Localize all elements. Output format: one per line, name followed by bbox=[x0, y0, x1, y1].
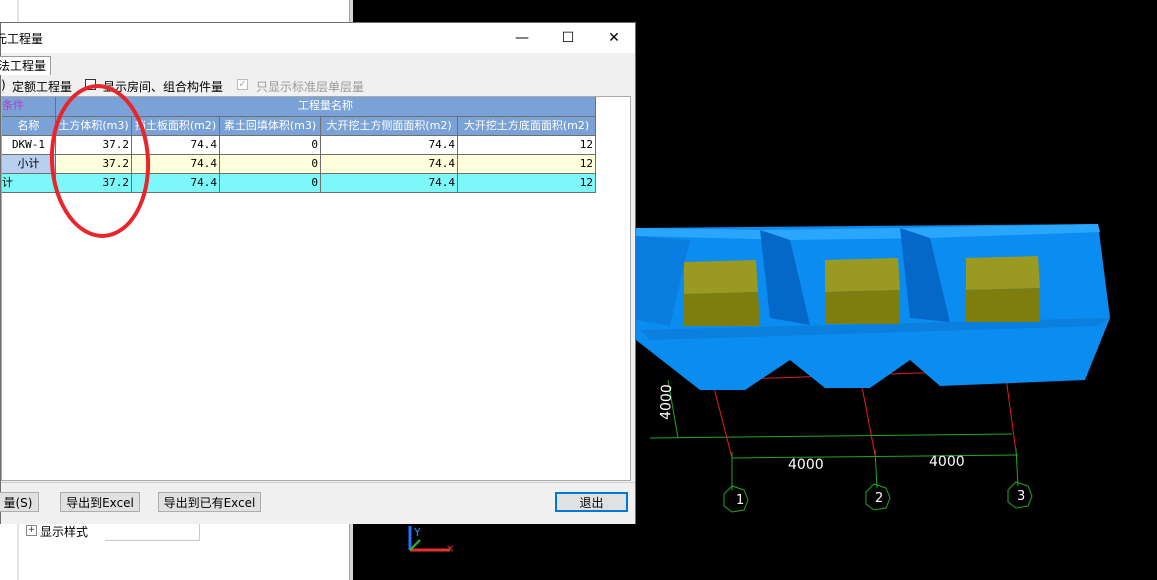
tree-item-label: 显示样式 bbox=[40, 525, 89, 539]
table-cell[interactable]: 0 bbox=[220, 174, 321, 193]
tree-item-value-cell[interactable] bbox=[105, 522, 200, 541]
table-row-name[interactable]: DKW-1 bbox=[2, 136, 56, 155]
dimension-left: 4000 bbox=[788, 457, 824, 473]
table-row-name[interactable]: 计 bbox=[2, 174, 56, 193]
select-quantity-button[interactable]: 量(S) bbox=[0, 492, 39, 512]
tab-strip: 法工程量 bbox=[0, 53, 635, 76]
table-cell[interactable]: 12 bbox=[458, 155, 596, 174]
dimension-vertical: 4000 bbox=[658, 384, 675, 420]
tab-method-quantity[interactable]: 法工程量 bbox=[0, 56, 52, 75]
axis-bubble-3: 3 bbox=[1007, 481, 1033, 509]
dialog-title: 元工程量 bbox=[0, 32, 44, 46]
close-button[interactable]: ✕ bbox=[591, 23, 637, 53]
minimize-button[interactable]: — bbox=[499, 23, 545, 53]
table-cell[interactable]: 74.4 bbox=[132, 136, 220, 155]
standard-floor-checkbox: ✓ bbox=[237, 79, 248, 90]
show-rooms-label[interactable]: 显示房间、组合构件量 bbox=[103, 78, 223, 95]
ucs-icon: Y ✕ bbox=[408, 526, 454, 555]
dialog-content: ) 定额工程量 显示房间、组合构件量 ✓ 只显示标准层单层量 条件 工程量名称 … bbox=[1, 75, 635, 482]
table-cell[interactable]: 37.2 bbox=[56, 136, 132, 155]
column-header: 大开挖土方侧面面积(m2) bbox=[321, 117, 458, 136]
ucs-y-label: Y bbox=[413, 526, 421, 539]
axis-label-2: 2 bbox=[875, 491, 883, 506]
table-cell[interactable]: 74.4 bbox=[321, 155, 458, 174]
dialog-titlebar[interactable]: 元工程量 — ☐ ✕ bbox=[0, 23, 637, 53]
options-bar: ) 定额工程量 显示房间、组合构件量 ✓ 只显示标准层单层量 bbox=[1, 75, 635, 95]
column-header: 土方体积(m3) bbox=[56, 117, 132, 136]
quantity-table[interactable]: 条件 工程量名称 名称 土方体积(m3) 挡土板面积(m2) 素土回填体积(m3… bbox=[1, 96, 631, 481]
cond-header: 条件 bbox=[2, 97, 56, 117]
exit-button[interactable]: 退出 bbox=[555, 492, 628, 512]
column-header: 大开挖土方底面面积(m2) bbox=[458, 117, 596, 136]
table-cell[interactable]: 74.4 bbox=[321, 136, 458, 155]
column-header: 挡土板面积(m2) bbox=[132, 117, 220, 136]
axis-label-1: 1 bbox=[736, 493, 744, 508]
export-excel-button[interactable]: 导出到Excel bbox=[60, 492, 140, 512]
footings bbox=[684, 256, 1040, 326]
axis-grid bbox=[649, 379, 1019, 490]
group-header: 工程量名称 bbox=[56, 97, 596, 117]
radio-quota-label[interactable]: 定额工程量 bbox=[12, 78, 72, 95]
column-header: 素土回填体积(m3) bbox=[220, 117, 321, 136]
axis-bubble-1: 1 bbox=[723, 485, 749, 513]
dialog-button-bar: 量(S) 导出到Excel 导出到已有Excel 退出 bbox=[0, 482, 635, 524]
table-cell[interactable]: 0 bbox=[220, 136, 321, 155]
axis-label-3: 3 bbox=[1017, 489, 1025, 504]
svg-text:✕: ✕ bbox=[446, 544, 454, 555]
table-row-name[interactable]: 小计 bbox=[2, 155, 56, 174]
expand-icon[interactable]: + bbox=[26, 525, 37, 536]
axis-bubble-2: 2 bbox=[865, 483, 891, 511]
maximize-button[interactable]: ☐ bbox=[545, 23, 591, 53]
table-cell[interactable]: 12 bbox=[458, 174, 596, 193]
table-cell[interactable]: 37.2 bbox=[56, 155, 132, 174]
table-cell[interactable]: 74.4 bbox=[132, 155, 220, 174]
standard-floor-label: 只显示标准层单层量 bbox=[256, 80, 365, 94]
radio-quota-indicator[interactable]: ) bbox=[1, 78, 6, 92]
table-cell[interactable]: 74.4 bbox=[321, 174, 458, 193]
table-cell[interactable]: 37.2 bbox=[56, 174, 132, 193]
table-cell[interactable]: 0 bbox=[220, 155, 321, 174]
table-cell[interactable]: 74.4 bbox=[132, 174, 220, 193]
tree-item-display-style[interactable]: + 显示样式 bbox=[20, 522, 200, 542]
show-rooms-checkbox[interactable] bbox=[85, 79, 96, 90]
table-cell[interactable]: 12 bbox=[458, 136, 596, 155]
name-header: 名称 bbox=[2, 117, 56, 136]
quantity-dialog: 元工程量 — ☐ ✕ 法工程量 ) 定额工程量 显示房间、组合构件量 ✓ 只显示… bbox=[0, 22, 636, 524]
export-existing-excel-button[interactable]: 导出到已有Excel bbox=[158, 492, 261, 512]
dimension-right: 4000 bbox=[929, 454, 965, 470]
